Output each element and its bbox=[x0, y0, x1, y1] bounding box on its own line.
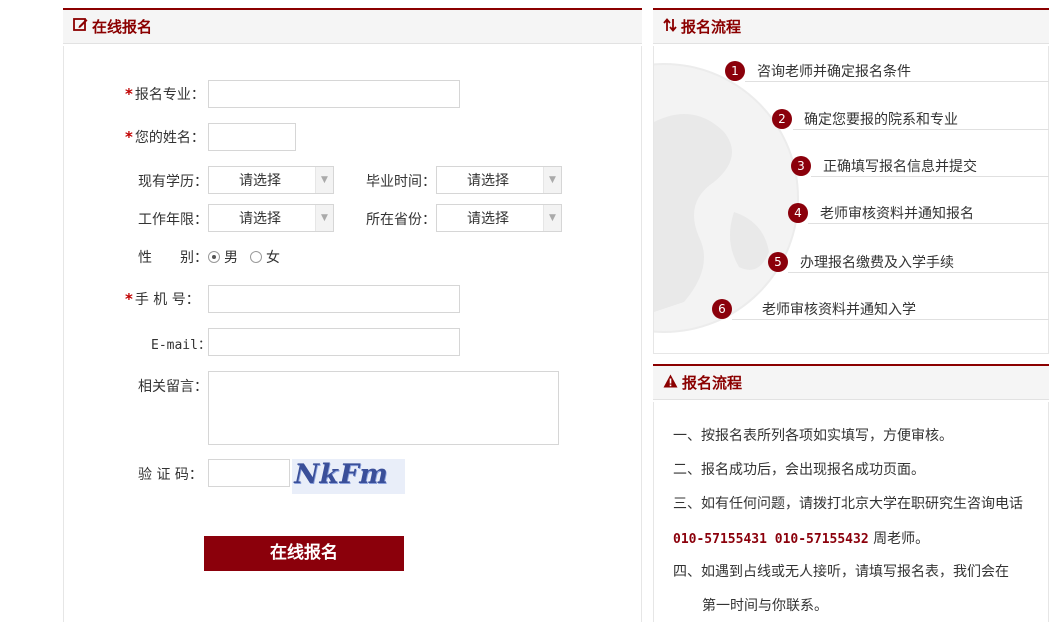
province-select[interactable]: 请选择 ▼ bbox=[436, 204, 562, 232]
name-input[interactable] bbox=[208, 123, 296, 151]
warning-icon bbox=[663, 373, 678, 392]
education-label: 现有学历： bbox=[138, 174, 208, 190]
notes-title: 报名流程 bbox=[682, 374, 743, 392]
note-line-2: 二、报名成功后，会出现报名成功页面。 bbox=[673, 462, 925, 478]
graduation-select-value: 请选择 bbox=[467, 173, 509, 189]
graduation-select[interactable]: 请选择 ▼ bbox=[436, 166, 562, 194]
chevron-down-icon: ▼ bbox=[543, 167, 561, 193]
name-label: * 您的姓名： bbox=[125, 128, 205, 146]
years-label: 工作年限： bbox=[138, 212, 208, 228]
years-select[interactable]: 请选择 ▼ bbox=[208, 204, 334, 232]
phone-label: * 手 机 号： bbox=[125, 290, 200, 308]
education-select-value: 请选择 bbox=[239, 173, 281, 189]
note-line-3: 三、如有任何问题，请拨打北京大学在职研究生咨询电话 bbox=[673, 496, 1023, 512]
flow-step-1: 1 咨询老师并确定报名条件 bbox=[725, 60, 911, 82]
phone-numbers: 010-57155431 010-57155432 bbox=[673, 532, 869, 547]
notes-panel-header: 报名流程 bbox=[653, 366, 1049, 400]
flow-step-5: 5 办理报名缴费及入学手续 bbox=[768, 251, 954, 273]
message-textarea[interactable] bbox=[208, 371, 559, 445]
major-label: * 报名专业： bbox=[125, 85, 205, 103]
province-select-value: 请选择 bbox=[467, 211, 509, 227]
email-input[interactable] bbox=[208, 328, 460, 356]
chevron-down-icon: ▼ bbox=[543, 205, 561, 231]
swap-arrows-icon bbox=[663, 17, 677, 36]
captcha-label: 验 证 码： bbox=[138, 467, 203, 483]
globe-background bbox=[654, 62, 802, 334]
major-input[interactable] bbox=[208, 80, 460, 108]
flow-step-4: 4 老师审核资料并通知报名 bbox=[788, 202, 974, 224]
note-line-4: 四、如遇到占线或无人接听，请填写报名表，我们会在 bbox=[673, 564, 1009, 580]
education-select[interactable]: 请选择 ▼ bbox=[208, 166, 334, 194]
radio-checked-icon bbox=[208, 251, 220, 263]
message-label: 相关留言： bbox=[138, 379, 208, 395]
form-panel-header: 在线报名 bbox=[63, 10, 642, 44]
phone-input[interactable] bbox=[208, 285, 460, 313]
note-line-5: 第一时间与你联系。 bbox=[702, 598, 828, 614]
submit-button[interactable]: 在线报名 bbox=[204, 536, 404, 571]
flow-step-3: 3 正确填写报名信息并提交 bbox=[791, 155, 977, 177]
note-phone-line: 010-57155431 010-57155432 周老师。 bbox=[673, 531, 930, 547]
chevron-down-icon: ▼ bbox=[315, 205, 333, 231]
radio-unchecked-icon bbox=[250, 251, 262, 263]
province-label: 所在省份： bbox=[366, 212, 436, 228]
edit-icon bbox=[73, 17, 88, 36]
gender-label: 性 别： bbox=[138, 250, 208, 266]
captcha-image[interactable]: NkFm bbox=[292, 459, 405, 494]
flow-step-6: 6 老师审核资料并通知入学 bbox=[712, 298, 916, 320]
flow-step-2: 2 确定您要报的院系和专业 bbox=[772, 108, 958, 130]
form-title: 在线报名 bbox=[92, 18, 153, 36]
note-line-1: 一、按报名表所列各项如实填写，方便审核。 bbox=[673, 428, 953, 444]
flow-title: 报名流程 bbox=[681, 18, 742, 36]
chevron-down-icon: ▼ bbox=[315, 167, 333, 193]
captcha-input[interactable] bbox=[208, 459, 290, 487]
years-select-value: 请选择 bbox=[239, 211, 281, 227]
email-label: E-mail： bbox=[151, 338, 211, 353]
gender-female-radio[interactable]: 女 bbox=[250, 247, 280, 267]
graduation-label: 毕业时间： bbox=[366, 174, 436, 190]
gender-male-radio[interactable]: 男 bbox=[208, 247, 238, 267]
flow-panel-header: 报名流程 bbox=[653, 10, 1049, 44]
